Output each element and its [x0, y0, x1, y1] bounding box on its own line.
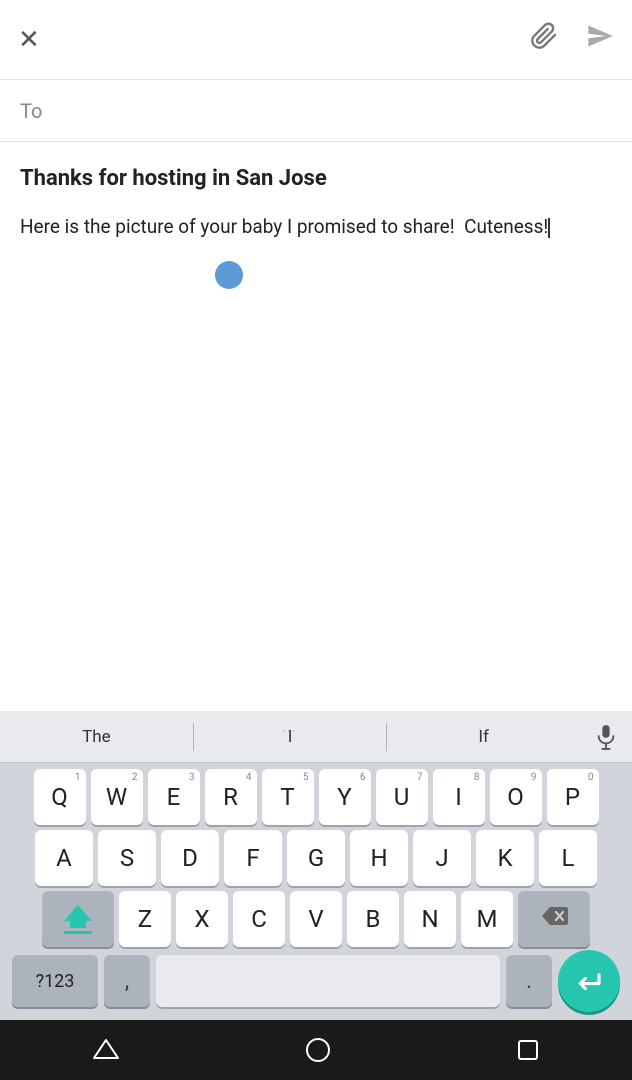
email-content: Here is the picture of your baby I promi…	[20, 213, 612, 242]
key-v[interactable]: V	[290, 891, 342, 947]
space-key[interactable]	[156, 955, 500, 1007]
delete-key[interactable]	[518, 891, 590, 947]
attach-icon[interactable]	[530, 22, 558, 57]
autocomplete-row: The I ··· If	[0, 711, 632, 763]
key-x[interactable]: X	[176, 891, 228, 947]
key-z[interactable]: Z	[119, 891, 171, 947]
shift-icon	[64, 905, 92, 934]
enter-key[interactable]	[558, 950, 620, 1012]
mic-button[interactable]	[580, 723, 632, 751]
key-n[interactable]: N	[404, 891, 456, 947]
key-o[interactable]: 9 O	[490, 769, 542, 825]
period-key[interactable]: .	[506, 955, 552, 1007]
comma-key[interactable]: ,	[104, 955, 150, 1007]
autocomplete-item-1[interactable]: The	[0, 721, 193, 753]
key-a[interactable]: A	[35, 830, 93, 886]
autocomplete-item-3[interactable]: If	[387, 721, 580, 753]
key-t[interactable]: 5 T	[262, 769, 314, 825]
key-w[interactable]: 2 W	[91, 769, 143, 825]
key-l[interactable]: L	[539, 830, 597, 886]
top-bar: ✕	[0, 0, 632, 80]
key-m[interactable]: M	[461, 891, 513, 947]
to-field[interactable]: To	[0, 80, 632, 142]
key-i[interactable]: 8 I	[433, 769, 485, 825]
key-q[interactable]: 1 Q	[34, 769, 86, 825]
handle-dot	[215, 261, 243, 289]
keyboard: The I ··· If 1 Q	[0, 711, 632, 1020]
key-b[interactable]: B	[347, 891, 399, 947]
key-k[interactable]: K	[476, 830, 534, 886]
num-sym-key[interactable]: ?123	[12, 955, 98, 1007]
key-h[interactable]: H	[350, 830, 408, 886]
key-s[interactable]: S	[98, 830, 156, 886]
to-label: To	[20, 99, 42, 123]
key-row-3: Z X C V B N M	[4, 891, 628, 947]
send-icon[interactable]	[586, 22, 614, 57]
key-e[interactable]: 3 E	[148, 769, 200, 825]
close-icon[interactable]: ✕	[18, 25, 40, 55]
recent-nav-icon[interactable]	[516, 1038, 540, 1062]
key-c[interactable]: C	[233, 891, 285, 947]
key-p[interactable]: 0 P	[547, 769, 599, 825]
home-nav-icon[interactable]	[305, 1037, 331, 1063]
key-f[interactable]: F	[224, 830, 282, 886]
key-rows: 1 Q 2 W 3 E 4 R 5 T 6 Y	[0, 763, 632, 1020]
key-row-2: A S D F G H J K L	[4, 830, 628, 886]
nav-bar	[0, 1020, 632, 1080]
key-g[interactable]: G	[287, 830, 345, 886]
email-subject: Thanks for hosting in San Jose	[20, 166, 612, 191]
back-nav-icon[interactable]	[92, 1036, 120, 1064]
key-d[interactable]: D	[161, 830, 219, 886]
key-row-bottom: ?123 , .	[4, 952, 628, 1016]
cursor-handle[interactable]	[215, 251, 243, 289]
key-u[interactable]: 7 U	[376, 769, 428, 825]
key-y[interactable]: 6 Y	[319, 769, 371, 825]
autocomplete-row-wrapper: The I ··· If	[0, 711, 632, 763]
autocomplete-item-2[interactable]: I ···	[194, 721, 387, 753]
key-r[interactable]: 4 R	[205, 769, 257, 825]
delete-icon	[540, 905, 568, 933]
key-j[interactable]: J	[413, 830, 471, 886]
email-body[interactable]: Thanks for hosting in San Jose Here is t…	[0, 142, 632, 711]
key-row-1: 1 Q 2 W 3 E 4 R 5 T 6 Y	[4, 769, 628, 825]
shift-key[interactable]	[42, 891, 114, 947]
email-body-text: Here is the picture of your baby I promi…	[20, 215, 550, 238]
